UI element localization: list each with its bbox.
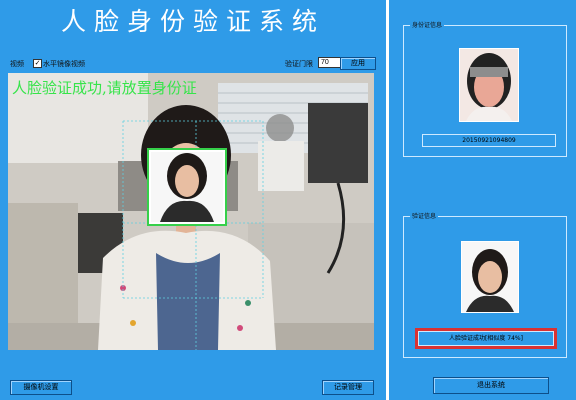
verify-panel: 验证信息 人脸验证成功[相似度 74%] — [403, 211, 567, 358]
verify-photo-image — [466, 249, 514, 312]
camera-settings-button[interactable]: 摄像机设置 — [10, 380, 72, 395]
mirror-label: 水平镜像视频 — [43, 60, 85, 68]
print-dot — [130, 320, 136, 326]
apply-button[interactable]: 应用 — [340, 57, 376, 70]
captured-face — [175, 165, 199, 197]
camera-scene — [8, 73, 374, 350]
records-button[interactable]: 记录管理 — [322, 380, 374, 395]
id-photo-image — [466, 53, 512, 121]
id-number-field: 2015092109480​9 — [422, 134, 556, 147]
video-label: 视频 — [10, 60, 24, 68]
verify-photo-shoulders — [466, 295, 514, 312]
verify-panel-title: 验证信息 — [410, 211, 439, 220]
verification-result: 人脸验证成功[相似度 74%] — [415, 328, 557, 349]
monitor — [308, 103, 368, 183]
id-card-photo — [459, 48, 519, 122]
privacy-bar — [470, 67, 508, 77]
background-person — [258, 141, 304, 191]
info-window: 身份证信息 2015092109480​9 验证信息 人脸验证成功[相似度 74… — [389, 0, 576, 400]
print-dot — [245, 300, 251, 306]
verify-photo — [461, 241, 519, 313]
id-card-panel-title: 身份证信息 — [410, 20, 445, 29]
print-dot — [237, 325, 243, 331]
blurred-face — [266, 114, 294, 142]
id-photo-shirt — [466, 106, 512, 121]
mirror-checkbox[interactable]: ✓ — [33, 59, 42, 68]
id-card-panel: 身份证信息 2015092109480​9 — [403, 20, 567, 157]
main-window: 人脸身份验证系统 视频 ✓ 水平镜像视频 验证门限 应用 — [0, 0, 386, 400]
verification-overlay-text: 人脸验证成功,请放置身份证 — [12, 79, 197, 97]
exit-button[interactable]: 退出系统 — [433, 377, 549, 394]
camera-feed: 人脸验证成功,请放置身份证 — [8, 73, 374, 350]
threshold-input[interactable] — [318, 57, 341, 68]
threshold-label: 验证门限 — [285, 60, 313, 68]
verify-photo-face — [478, 261, 502, 293]
denim-overall — [156, 253, 220, 350]
app-title: 人脸身份验证系统 — [60, 7, 325, 36]
